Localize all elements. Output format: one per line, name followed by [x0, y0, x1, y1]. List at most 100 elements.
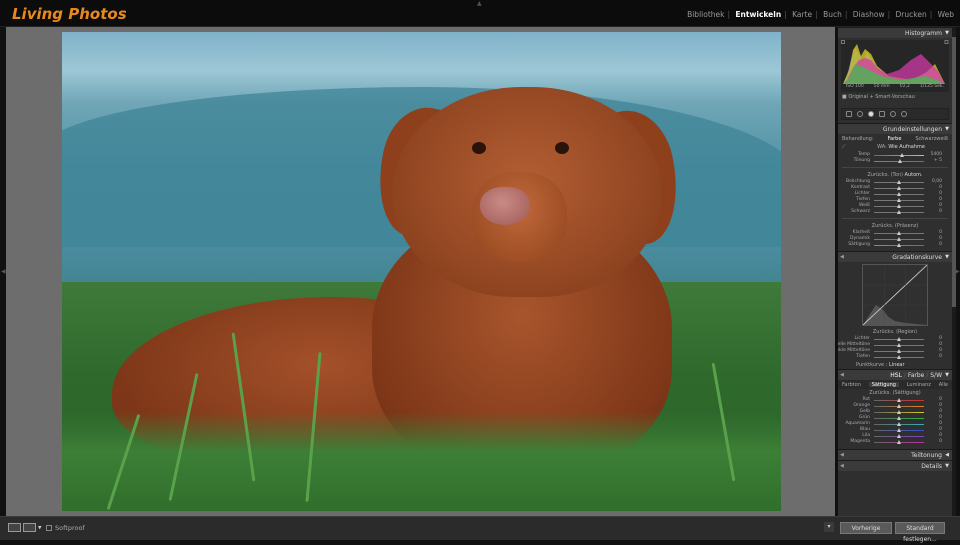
slider-knob[interactable]: [897, 204, 901, 208]
slider-knob[interactable]: [897, 349, 901, 353]
treatment-color[interactable]: Farbe: [888, 136, 902, 142]
photo-canvas[interactable]: [6, 27, 835, 516]
spot-removal-icon[interactable]: [857, 111, 863, 117]
point-curve-select[interactable]: Linear: [889, 362, 905, 368]
tonecurve-header[interactable]: ◀ Gradationskurve ▼: [838, 251, 952, 262]
slider-value[interactable]: 0: [939, 191, 942, 196]
tab-luminance[interactable]: Luminanz: [907, 382, 931, 388]
tone-curve-graph[interactable]: [862, 264, 928, 326]
module-karte[interactable]: Karte: [792, 10, 812, 19]
slider-knob[interactable]: [897, 434, 901, 438]
slider-row[interactable]: Magenta 0: [838, 439, 952, 445]
slider-knob[interactable]: [897, 440, 901, 444]
slider-knob[interactable]: [897, 398, 901, 402]
previous-button[interactable]: Vorherige: [840, 522, 892, 534]
slider-value[interactable]: + 5: [934, 158, 942, 163]
slider-value[interactable]: 0: [939, 439, 942, 444]
tab-all[interactable]: Alle: [939, 382, 948, 388]
slider-knob[interactable]: [897, 343, 901, 347]
slider-value[interactable]: 0: [939, 197, 942, 202]
softproof-toggle[interactable]: Softproof: [46, 524, 85, 532]
slider-value[interactable]: 0: [939, 185, 942, 190]
slider-knob[interactable]: [897, 404, 901, 408]
histogram-chart[interactable]: [841, 40, 949, 84]
histogram-header[interactable]: Histogramm ▼: [838, 27, 952, 38]
slider-value[interactable]: 0: [939, 209, 942, 214]
slider-value[interactable]: 0: [939, 230, 942, 235]
slider-knob[interactable]: [897, 210, 901, 214]
tab-hue[interactable]: Farbton: [842, 382, 861, 388]
slider-value[interactable]: 5400: [931, 152, 942, 157]
slider-value[interactable]: 0: [939, 348, 942, 353]
eyedropper-icon[interactable]: ⟋: [842, 144, 846, 150]
details-header[interactable]: ◀ Details ▼: [838, 460, 952, 471]
slider-knob[interactable]: [897, 180, 901, 184]
slider-knob[interactable]: [897, 410, 901, 414]
slider-knob[interactable]: [897, 337, 901, 341]
slider-knob[interactable]: [899, 153, 904, 157]
left-panel-arrow-icon[interactable]: ◀: [1, 268, 6, 275]
tab-saturation[interactable]: Sättigung: [868, 382, 899, 388]
slider-value[interactable]: 0,00: [932, 179, 942, 184]
region-reset[interactable]: Zurücks. (Region): [838, 328, 952, 336]
slider-value[interactable]: 0: [939, 421, 942, 426]
auto-button[interactable]: Autom.: [905, 172, 923, 178]
slider-knob[interactable]: [897, 237, 901, 241]
slider-knob[interactable]: [897, 416, 901, 420]
radial-filter-icon[interactable]: [890, 111, 896, 117]
slider-knob[interactable]: [897, 428, 901, 432]
module-entwickeln[interactable]: Entwickeln: [735, 10, 781, 19]
brush-icon[interactable]: [901, 111, 907, 117]
slider-knob[interactable]: [897, 355, 901, 359]
slider-value[interactable]: 0: [939, 236, 942, 241]
slider-value[interactable]: 0: [939, 427, 942, 432]
hsl-reset[interactable]: Zurücks. (Sättigung): [838, 389, 952, 397]
slider-knob[interactable]: [897, 192, 901, 196]
panel-scrollbar[interactable]: [952, 27, 956, 516]
loupe-view-icon[interactable]: [8, 523, 21, 532]
redeye-icon[interactable]: [868, 111, 874, 117]
presence-reset[interactable]: Zurücks. (Präsenz): [838, 222, 952, 230]
slider-row[interactable]: Tiefen 0: [838, 354, 952, 360]
slider-knob[interactable]: [897, 186, 901, 190]
softproof-checkbox[interactable]: [46, 525, 52, 531]
slider-value[interactable]: 0: [939, 409, 942, 414]
slider-value[interactable]: 0: [939, 354, 942, 359]
slider-knob[interactable]: [897, 243, 901, 247]
slider-row[interactable]: Tönung + 5: [838, 158, 952, 164]
scrollbar-thumb[interactable]: [952, 37, 956, 307]
slider-value[interactable]: 0: [939, 342, 942, 347]
dog-eye-right: [555, 142, 569, 154]
slider-value[interactable]: 0: [939, 203, 942, 208]
slider-knob[interactable]: [898, 159, 902, 163]
graduated-filter-icon[interactable]: [879, 111, 885, 117]
slider-value[interactable]: 0: [939, 433, 942, 438]
module-buch[interactable]: Buch: [823, 10, 842, 19]
crop-tool-icon[interactable]: [846, 111, 852, 117]
basic-header[interactable]: Grundeinstellungen ▼: [838, 123, 952, 134]
slider-knob[interactable]: [897, 231, 901, 235]
hsl-header[interactable]: ◀ HSL / Farbe / S/W ▼: [838, 369, 952, 380]
slider-knob[interactable]: [897, 198, 901, 202]
slider-row[interactable]: Sättigung 0: [838, 242, 952, 248]
reset-default-button[interactable]: Standard festlegen...: [895, 522, 945, 543]
module-bibliothek[interactable]: Bibliothek: [687, 10, 724, 19]
toolbar-menu-icon[interactable]: ▾: [824, 522, 834, 532]
slider-knob[interactable]: [897, 422, 901, 426]
module-drucken[interactable]: Drucken: [896, 10, 927, 19]
treatment-bw[interactable]: Schwarzweiß: [915, 136, 948, 142]
slider-value[interactable]: 0: [939, 403, 942, 408]
module-diashow[interactable]: Diashow: [853, 10, 885, 19]
slider-value[interactable]: 0: [939, 415, 942, 420]
wb-select[interactable]: Wie Aufnahme: [888, 144, 925, 150]
collapse-top-arrow-icon[interactable]: ▲: [477, 0, 482, 7]
slider-label: Lichter: [854, 336, 870, 341]
split-toning-header[interactable]: ◀ Teiltonung ◀: [838, 449, 952, 460]
view-dropdown-icon[interactable]: ▾: [38, 524, 42, 532]
slider-row[interactable]: Schwarz 0: [838, 209, 952, 215]
module-web[interactable]: Web: [938, 10, 954, 19]
slider-value[interactable]: 0: [939, 336, 942, 341]
slider-value[interactable]: 0: [939, 397, 942, 402]
compare-view-icon[interactable]: [23, 523, 36, 532]
slider-value[interactable]: 0: [939, 242, 942, 247]
